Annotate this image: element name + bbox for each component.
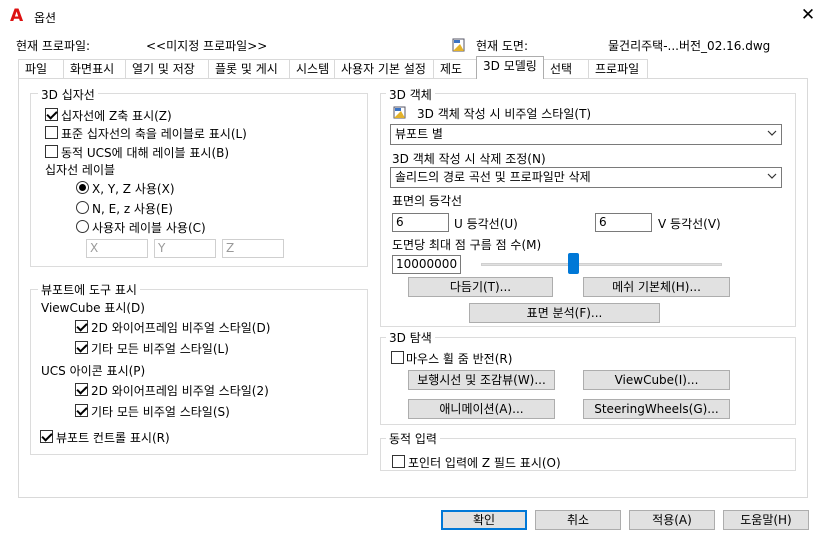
- deletion-control-value: 솔리드의 경로 곡선 및 프로파일만 삭제: [395, 170, 591, 184]
- visual-style-value: 뷰포트 별: [395, 127, 443, 141]
- chevron-down-icon: [767, 173, 777, 179]
- walk-fly-button[interactable]: 보행시선 및 조감뷰(W)...: [408, 370, 555, 390]
- profile-value: <<미지정 프로파일>>: [146, 39, 268, 53]
- radio-custom-labels-label: 사용자 레이블 사용(C): [92, 221, 206, 235]
- tab-open-save[interactable]: 열기 및 저장: [125, 59, 209, 79]
- visual-style-label: 3D 객체 작성 시 비주얼 스타일(T): [417, 107, 592, 121]
- viewcube-2d-checkbox[interactable]: [75, 320, 88, 333]
- custom-x-field[interactable]: X: [86, 239, 148, 258]
- mesh-primitives-button[interactable]: 메쉬 기본체(H)...: [583, 277, 730, 297]
- dynamic-ucs-labels-checkbox[interactable]: [45, 145, 58, 158]
- navigation-3d-group-label: 3D 탐색: [386, 329, 435, 346]
- viewcube-other-label: 기타 모든 비주얼 스타일(L): [91, 342, 229, 356]
- v-isolines-label: V 등각선(V): [658, 217, 721, 231]
- max-points-label: 도면당 최대 점 구름 점 수(M): [392, 238, 542, 252]
- isolines-title: 표면의 등각선: [392, 194, 463, 208]
- reverse-zoom-checkbox[interactable]: [391, 351, 404, 364]
- tab-system[interactable]: 시스템: [289, 59, 335, 79]
- tab-display[interactable]: 화면표시: [63, 59, 126, 79]
- steeringwheels-button[interactable]: SteeringWheels(G)...: [583, 399, 730, 419]
- radio-nez-label: N, E, z 사용(E): [92, 202, 173, 216]
- u-isolines-field[interactable]: 6: [392, 213, 449, 232]
- tab-drafting[interactable]: 제도: [433, 59, 477, 79]
- viewport-controls-label: 뷰포트 컨트롤 표시(R): [56, 431, 170, 445]
- radio-xyz[interactable]: [76, 181, 89, 194]
- dynamic-ucs-labels-label: 동적 UCS에 대해 레이블 표시(B): [61, 146, 230, 160]
- z-field-label: 포인터 입력에 Z 필드 표시(O): [408, 456, 561, 470]
- u-isolines-label: U 등각선(U): [454, 217, 518, 231]
- tab-selection[interactable]: 선택: [543, 59, 589, 79]
- viewport-tools-group-label: 뷰포트에 도구 표시: [38, 281, 140, 298]
- close-icon[interactable]: ✕: [796, 3, 820, 27]
- chevron-down-icon: [767, 130, 777, 136]
- max-points-slider-thumb[interactable]: [567, 253, 579, 274]
- reverse-zoom-label: 마우스 휠 줌 반전(R): [406, 352, 513, 366]
- tab-profiles[interactable]: 프로파일: [588, 59, 648, 79]
- show-z-axis-checkbox[interactable]: [45, 108, 58, 121]
- max-points-slider-track[interactable]: [481, 263, 722, 266]
- tab-plot-publish[interactable]: 플롯 및 게시: [208, 59, 290, 79]
- dynamic-input-group-label: 동적 입력: [386, 430, 440, 447]
- autocad-a-icon: A: [10, 6, 24, 26]
- label-axes-checkbox[interactable]: [45, 126, 58, 139]
- z-field-checkbox[interactable]: [392, 455, 405, 468]
- ucs-icon-title: UCS 아이콘 표시(P): [41, 364, 146, 378]
- visual-style-select[interactable]: 뷰포트 별: [390, 124, 782, 145]
- drawing-file-icon: [451, 37, 467, 53]
- show-z-axis-label: 십자선에 Z축 표시(Z): [61, 109, 172, 123]
- viewcube-settings-button[interactable]: ViewCube(I)...: [583, 370, 730, 390]
- tab-files[interactable]: 파일: [18, 59, 64, 79]
- ucs-2d-label: 2D 와이어프레임 비주얼 스타일(2): [91, 384, 269, 398]
- tessellation-button[interactable]: 다듬기(T)...: [408, 277, 553, 297]
- drawing-value: 물건리주택-...버전_02.16.dwg: [608, 39, 771, 53]
- title-bar: A 옵션 ✕: [0, 0, 823, 34]
- radio-xyz-label: X, Y, Z 사용(X): [92, 182, 175, 196]
- viewport-controls-checkbox[interactable]: [40, 430, 53, 443]
- visual-style-icon: [392, 104, 408, 120]
- objects-3d-group-label: 3D 객체: [386, 86, 435, 103]
- ok-button[interactable]: 확인: [441, 510, 527, 530]
- tab-user-preferences[interactable]: 사용자 기본 설정: [334, 59, 434, 79]
- apply-button[interactable]: 적용(A): [629, 510, 715, 530]
- custom-z-field[interactable]: Z: [222, 239, 284, 258]
- radio-nez[interactable]: [76, 201, 89, 214]
- ucs-2d-checkbox[interactable]: [75, 383, 88, 396]
- radio-custom-labels[interactable]: [76, 220, 89, 233]
- cancel-button[interactable]: 취소: [535, 510, 621, 530]
- window-title: 옵션: [34, 11, 57, 25]
- profile-label: 현재 프로파일:: [16, 39, 91, 53]
- custom-y-field[interactable]: Y: [154, 239, 216, 258]
- max-points-field[interactable]: 10000000: [392, 255, 461, 274]
- tab-3d-modeling[interactable]: 3D 모델링: [476, 56, 544, 79]
- viewcube-title: ViewCube 표시(D): [41, 301, 145, 315]
- animation-button[interactable]: 애니메이션(A)...: [408, 399, 555, 419]
- v-isolines-field[interactable]: 6: [595, 213, 652, 232]
- label-axes-label: 표준 십자선의 축을 레이블로 표시(L): [61, 127, 247, 141]
- crosshair-labels-title: 십자선 레이블: [45, 163, 116, 177]
- help-button[interactable]: 도움말(H): [723, 510, 809, 530]
- viewcube-other-checkbox[interactable]: [75, 341, 88, 354]
- surface-analysis-button[interactable]: 표면 분석(F)...: [469, 303, 660, 323]
- crosshair-group-label: 3D 십자선: [38, 86, 98, 103]
- ucs-other-label: 기타 모든 비주얼 스타일(S): [91, 405, 230, 419]
- ucs-other-checkbox[interactable]: [75, 404, 88, 417]
- deletion-control-select[interactable]: 솔리드의 경로 곡선 및 프로파일만 삭제: [390, 167, 782, 188]
- viewcube-2d-label: 2D 와이어프레임 비주얼 스타일(D): [91, 321, 271, 335]
- drawing-label: 현재 도면:: [476, 39, 529, 53]
- deletion-control-label: 3D 객체 작성 시 삭제 조정(N): [392, 152, 546, 166]
